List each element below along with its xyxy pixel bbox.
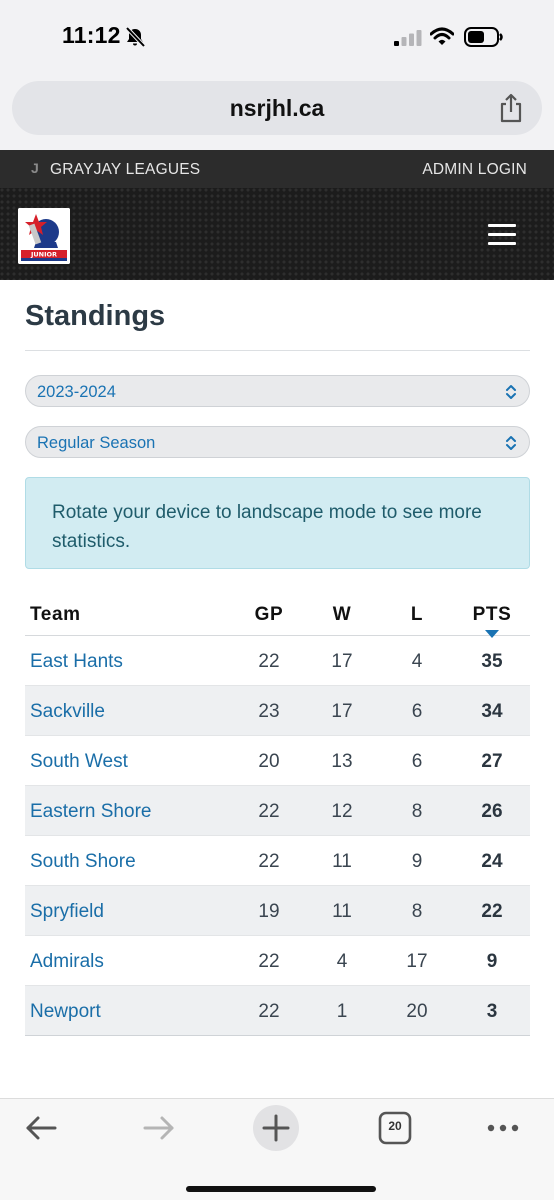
home-indicator (186, 1186, 376, 1192)
bell-slash-icon (125, 26, 146, 48)
pts-cell: 9 (486, 951, 498, 972)
team-link[interactable]: Spryfield (30, 901, 104, 923)
status-time: 11:12 (62, 22, 121, 48)
w-cell: 1 (336, 1001, 348, 1022)
l-cell: 17 (406, 951, 428, 972)
l-cell: 6 (411, 701, 423, 722)
chevron-updown-icon (506, 385, 516, 399)
header-pts[interactable]: PTS (470, 604, 514, 626)
w-cell: 12 (331, 801, 353, 822)
header-team[interactable]: Team (30, 604, 81, 626)
signal-icon (394, 30, 422, 46)
gp-cell: 22 (258, 851, 280, 872)
team-link[interactable]: Sackville (30, 701, 105, 723)
table-header-row: Team GP W L PTS (25, 590, 530, 638)
alert-text: Rotate your device to landscape mode to … (52, 502, 482, 552)
w-cell: 13 (331, 751, 353, 772)
rotate-device-alert: Rotate your device to landscape mode to … (25, 477, 530, 569)
pts-cell: 24 (481, 851, 503, 872)
header-gp[interactable]: GP (247, 604, 291, 626)
l-cell: 4 (411, 651, 423, 672)
plus-icon (262, 1114, 290, 1142)
gp-cell: 22 (258, 1001, 280, 1022)
team-link[interactable]: Newport (30, 1001, 101, 1023)
back-arrow-icon[interactable] (24, 1111, 58, 1145)
table-row: East Hants 22 17 4 35 (25, 636, 530, 686)
w-cell: 4 (336, 951, 348, 972)
share-icon[interactable] (498, 93, 524, 123)
chevron-updown-icon (506, 436, 516, 450)
l-cell: 20 (406, 1001, 428, 1022)
url-text[interactable]: nsrjhl.ca (12, 95, 542, 122)
l-cell: 8 (411, 801, 423, 822)
gp-cell: 20 (258, 751, 280, 772)
w-cell: 17 (331, 701, 353, 722)
w-cell: 11 (332, 901, 352, 922)
l-cell: 9 (411, 851, 423, 872)
l-cell: 8 (411, 901, 423, 922)
season-select-value: 2023-2024 (37, 383, 116, 401)
league-bar: J GRAYJAY LEAGUES ADMIN LOGIN (0, 150, 554, 188)
table-row: Spryfield 19 11 8 22 (25, 886, 530, 936)
league-name-link[interactable]: GRAYJAY LEAGUES (50, 161, 200, 179)
title-divider (25, 350, 530, 351)
admin-login-link[interactable]: ADMIN LOGIN (422, 161, 527, 179)
hamburger-icon[interactable] (488, 224, 516, 246)
table-row: South West 20 13 6 27 (25, 736, 530, 786)
table-row: Eastern Shore 22 12 8 26 (25, 786, 530, 836)
status-bar: 11:12 (0, 0, 554, 72)
address-bar[interactable]: nsrjhl.ca (12, 81, 542, 135)
w-cell: 17 (331, 651, 353, 672)
gp-cell: 22 (258, 951, 280, 972)
header-l[interactable]: L (395, 604, 439, 626)
season-select[interactable]: 2023-2024 (25, 375, 530, 407)
site-header: JUNIOR (0, 188, 554, 280)
pts-cell: 34 (481, 701, 503, 722)
browser-toolbar: nsrjhl.ca (0, 72, 554, 150)
gp-cell: 23 (258, 701, 280, 722)
logo-text: JUNIOR (30, 251, 57, 259)
standings-table: Team GP W L PTS East Hants 22 17 4 35 Sa… (25, 590, 530, 1036)
gp-cell: 19 (258, 901, 280, 922)
header-w[interactable]: W (320, 604, 364, 626)
new-tab-button[interactable] (253, 1105, 299, 1151)
season-type-select[interactable]: Regular Season (25, 426, 530, 458)
grayjay-logo: J (31, 160, 39, 176)
more-icon[interactable] (486, 1123, 520, 1133)
page-title: Standings (25, 300, 166, 332)
tab-count: 20 (388, 1119, 402, 1133)
w-cell: 11 (332, 851, 352, 872)
team-link[interactable]: Admirals (30, 951, 104, 973)
pts-cell: 3 (486, 1001, 498, 1022)
season-type-select-value: Regular Season (37, 434, 156, 452)
team-link[interactable]: East Hants (30, 651, 123, 673)
team-link[interactable]: South West (30, 751, 128, 773)
forward-arrow-icon[interactable] (142, 1111, 176, 1145)
pts-cell: 26 (481, 801, 503, 822)
table-row: Newport 22 1 20 3 (25, 986, 530, 1036)
pts-cell: 35 (481, 651, 503, 672)
table-row: South Shore 22 11 9 24 (25, 836, 530, 886)
pts-cell: 27 (481, 751, 503, 772)
tabs-button[interactable]: 20 (378, 1111, 412, 1145)
gp-cell: 22 (258, 651, 280, 672)
wifi-icon (430, 27, 454, 45)
table-row: Sackville 23 17 6 34 (25, 686, 530, 736)
team-link[interactable]: Eastern Shore (30, 801, 151, 823)
l-cell: 6 (411, 751, 423, 772)
league-logo[interactable]: JUNIOR (18, 208, 70, 264)
table-row: Admirals 22 4 17 9 (25, 936, 530, 986)
pts-cell: 22 (481, 901, 503, 922)
team-link[interactable]: South Shore (30, 851, 136, 873)
battery-icon (464, 27, 503, 47)
gp-cell: 22 (258, 801, 280, 822)
browser-bottom-toolbar: 20 (0, 1098, 554, 1200)
